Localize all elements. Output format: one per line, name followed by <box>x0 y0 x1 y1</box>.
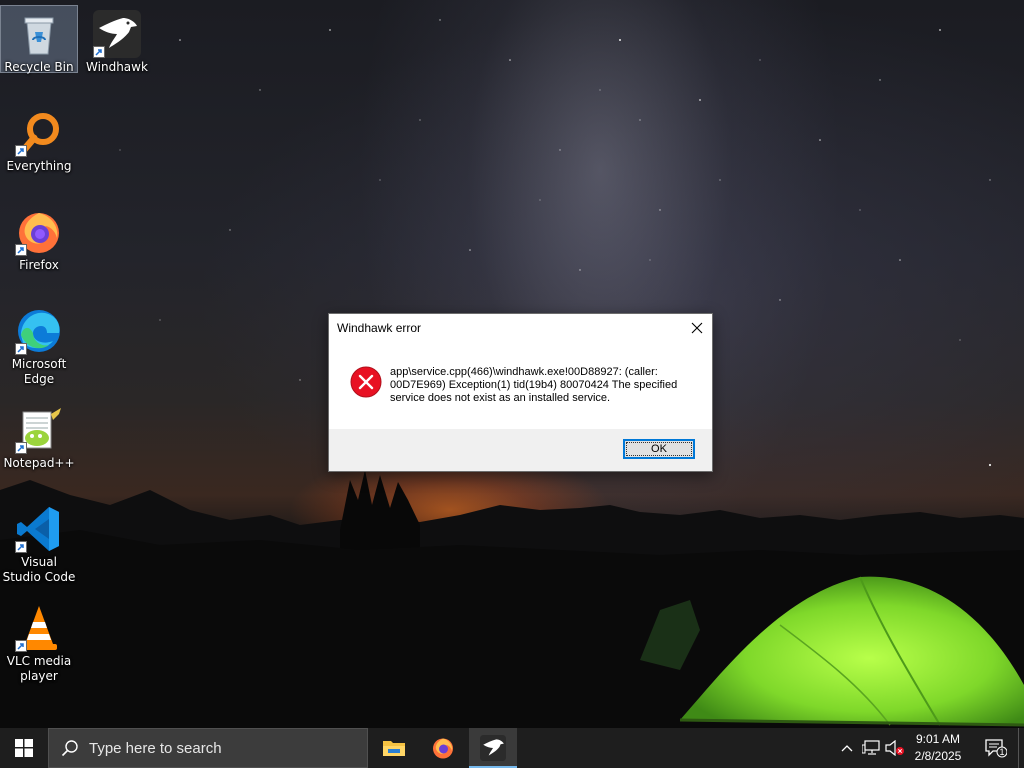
shortcut-arrow-icon <box>15 541 27 553</box>
error-dialog: Windhawk error app\service.cpp(466)\wind… <box>328 313 713 472</box>
desktop-icon-label: Visual Studio Code <box>2 555 76 584</box>
error-icon <box>350 366 382 403</box>
ok-button[interactable]: OK <box>623 439 695 459</box>
green-tent <box>679 576 1024 727</box>
desktop-icon-windhawk[interactable]: Windhawk <box>79 6 155 75</box>
search-icon <box>61 739 79 757</box>
windows-logo-icon <box>15 739 33 757</box>
shortcut-arrow-icon <box>15 343 27 355</box>
dialog-body: app\service.cpp(466)\windhawk.exe!00D889… <box>329 344 712 429</box>
action-center-button[interactable]: 1 <box>980 728 1012 768</box>
windhawk-icon <box>93 10 141 58</box>
taskbar-clock[interactable]: 9:01 AM 2/8/2025 <box>905 731 971 765</box>
file-explorer-icon <box>383 741 405 756</box>
shortcut-arrow-icon <box>15 244 27 256</box>
dialog-footer: OK <box>329 429 712 471</box>
desktop-icon-label: VLC media player <box>6 654 72 683</box>
volume-muted-icon <box>885 740 904 756</box>
desktop-icon-notepadpp[interactable]: Notepad++ <box>1 402 77 471</box>
shortcut-arrow-icon <box>15 640 27 652</box>
recycle-bin-icon <box>15 10 63 58</box>
desktop-icon-label: Recycle Bin <box>4 60 74 74</box>
notepadpp-icon <box>15 406 63 454</box>
notification-count-badge: 1 <box>999 747 1005 757</box>
tray-network[interactable] <box>860 728 882 768</box>
desktop-icon-everything[interactable]: Everything <box>1 105 77 174</box>
windhawk-icon <box>480 735 506 761</box>
desktop-icon-microsoft-edge[interactable]: Microsoft Edge <box>1 303 77 387</box>
desktop-icon-vlc[interactable]: VLC media player <box>1 600 77 684</box>
taskbar-search-box[interactable]: Type here to search <box>48 728 368 768</box>
firefox-icon <box>15 208 63 256</box>
dialog-message: app\service.cpp(466)\windhawk.exe!00D889… <box>390 366 678 404</box>
dialog-title: Windhawk error <box>337 321 422 335</box>
desktop-icon-label: Notepad++ <box>3 456 75 470</box>
clock-date: 2/8/2025 <box>914 749 962 763</box>
edge-icon <box>15 307 63 355</box>
shortcut-arrow-icon <box>15 145 27 157</box>
dialog-close-button[interactable] <box>682 314 712 342</box>
desktop-icon-label: Windhawk <box>86 60 148 74</box>
everything-search-icon <box>15 109 63 157</box>
shortcut-arrow-icon <box>15 442 27 454</box>
desktop-icon-label: Everything <box>6 159 72 173</box>
start-button[interactable] <box>0 728 48 768</box>
desktop-icon-label: Microsoft Edge <box>11 357 67 386</box>
tray-overflow-button[interactable] <box>838 728 856 768</box>
close-icon <box>691 322 703 334</box>
taskbar-file-explorer[interactable] <box>370 728 418 768</box>
vscode-icon <box>15 505 63 553</box>
chevron-up-icon <box>841 745 853 752</box>
desktop-icon-firefox[interactable]: Firefox <box>1 204 77 273</box>
desktop: Recycle Bin Windhawk Everything Firefox … <box>0 0 1024 728</box>
shortcut-arrow-icon <box>93 46 105 58</box>
show-desktop-button[interactable] <box>1018 728 1024 768</box>
search-placeholder: Type here to search <box>89 739 222 757</box>
tray-volume[interactable] <box>884 728 906 768</box>
clock-time: 9:01 AM <box>915 732 961 746</box>
firefox-icon <box>433 738 453 759</box>
taskbar-windhawk[interactable] <box>469 728 517 768</box>
vlc-icon <box>15 604 63 652</box>
desktop-icon-recycle-bin[interactable]: Recycle Bin <box>0 5 78 74</box>
network-icon <box>862 740 880 755</box>
desktop-icon-vscode[interactable]: Visual Studio Code <box>1 501 77 585</box>
taskbar-firefox[interactable] <box>419 728 467 768</box>
desktop-icon-label: Firefox <box>19 258 59 272</box>
taskbar: Type here to search 9:01 AM 2/8/2025 1 <box>0 728 1024 768</box>
